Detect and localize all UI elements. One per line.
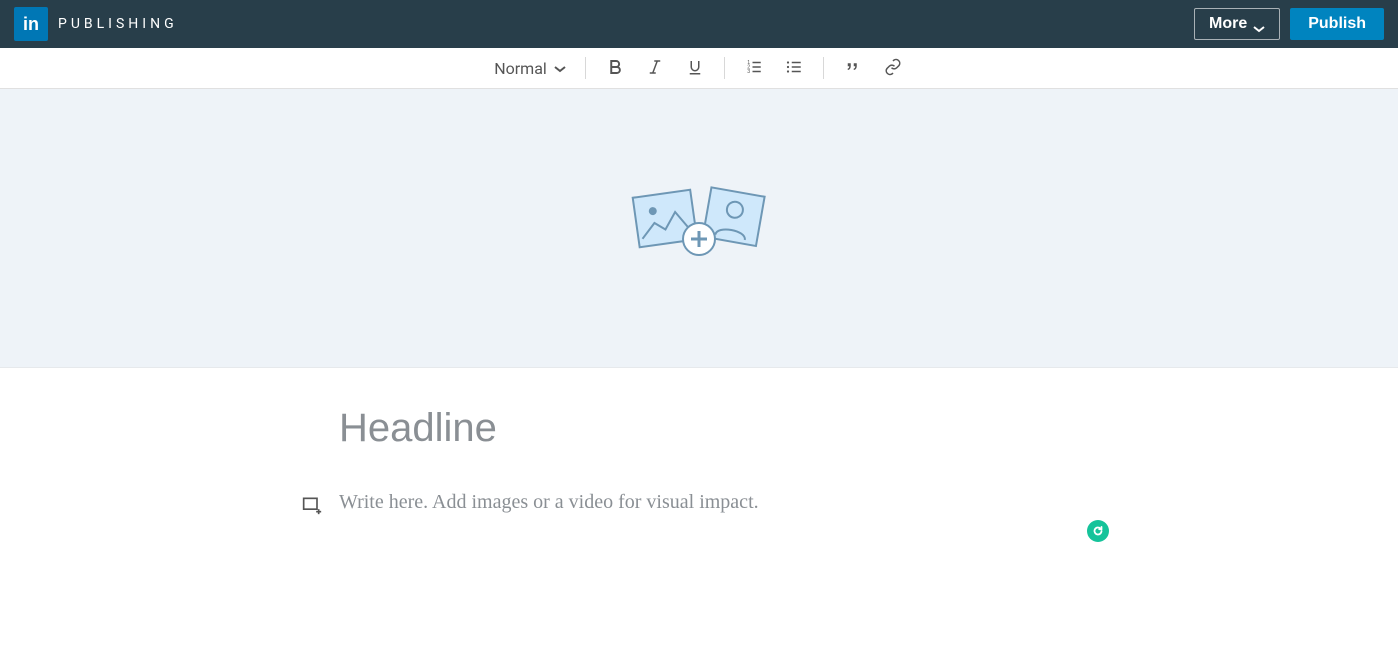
more-label: More xyxy=(1209,15,1247,33)
format-group xyxy=(604,57,706,79)
toolbar-separator xyxy=(823,57,824,79)
underline-icon xyxy=(686,58,704,79)
unordered-list-button[interactable] xyxy=(783,57,805,79)
insert-media-icon xyxy=(302,503,322,518)
svg-text:3: 3 xyxy=(747,69,750,75)
article-editor xyxy=(319,368,1079,557)
body-row xyxy=(339,491,1059,517)
list-group: 123 xyxy=(743,57,805,79)
unordered-list-icon xyxy=(785,58,803,79)
paragraph-style-dropdown[interactable]: Normal xyxy=(494,59,567,78)
paragraph-style-label: Normal xyxy=(494,59,547,78)
italic-icon xyxy=(646,58,664,79)
bold-button[interactable] xyxy=(604,57,626,79)
toolbar-separator xyxy=(585,57,586,79)
chevron-down-icon xyxy=(1253,20,1265,28)
grammarly-badge-icon[interactable] xyxy=(1087,520,1109,542)
header-right: More Publish xyxy=(1194,8,1384,40)
ordered-list-icon: 123 xyxy=(745,58,763,79)
more-button[interactable]: More xyxy=(1194,8,1280,40)
brand-label: PUBLISHING xyxy=(58,16,178,32)
editor-toolbar: Normal 123 xyxy=(0,48,1398,89)
italic-button[interactable] xyxy=(644,57,666,79)
link-icon xyxy=(884,58,902,79)
header-left: in PUBLISHING xyxy=(14,7,178,41)
app-header: in PUBLISHING More Publish xyxy=(0,0,1398,48)
publish-label: Publish xyxy=(1308,15,1366,32)
bold-icon xyxy=(606,58,624,79)
body-input[interactable] xyxy=(339,491,1059,514)
logo-glyph: in xyxy=(23,14,39,35)
headline-input[interactable] xyxy=(339,406,1059,451)
link-button[interactable] xyxy=(882,57,904,79)
insert-media-button[interactable] xyxy=(301,495,323,517)
linkedin-logo-icon[interactable]: in xyxy=(14,7,48,41)
ordered-list-button[interactable]: 123 xyxy=(743,57,765,79)
toolbar-separator xyxy=(724,57,725,79)
publish-button[interactable]: Publish xyxy=(1290,8,1384,40)
chevron-down-icon xyxy=(553,59,567,78)
insert-group xyxy=(842,57,904,79)
add-cover-image-icon xyxy=(619,181,779,275)
underline-button[interactable] xyxy=(684,57,706,79)
cover-image-uploader[interactable] xyxy=(0,89,1398,368)
quote-icon xyxy=(844,58,862,79)
blockquote-button[interactable] xyxy=(842,57,864,79)
